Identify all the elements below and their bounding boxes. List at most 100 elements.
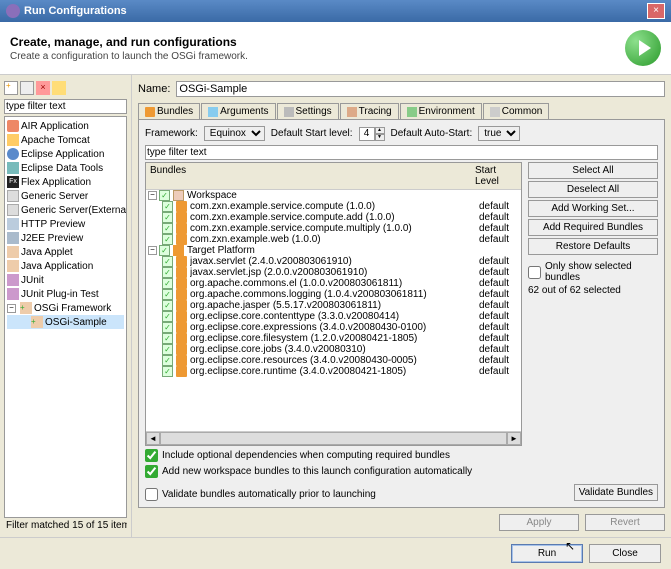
deselect-allbutton[interactable]: Deselect All [528, 181, 658, 198]
restore-defaultsbutton[interactable]: Restore Defaults [528, 238, 658, 255]
bundle-list[interactable]: Bundles Start Level −Workspacecom.zxn.ex… [145, 162, 522, 446]
bundle-name: org.apache.commons.logging (1.0.4.v20080… [190, 289, 479, 300]
only-show-checkbox[interactable] [528, 266, 541, 279]
bundle-icon [176, 234, 187, 245]
bundle-checkbox[interactable] [162, 333, 173, 344]
bundle-checkbox[interactable] [162, 311, 173, 322]
close-window-button[interactable]: × [647, 3, 665, 19]
tree-item[interactable]: Eclipse Data Tools [7, 161, 124, 175]
include-optional-checkbox[interactable] [145, 449, 158, 462]
tree-item[interactable]: Apache Tomcat [7, 133, 124, 147]
collapse-icon[interactable]: − [7, 304, 16, 313]
tree-item[interactable]: Java Applet [7, 245, 124, 259]
tree-item-label: Java Applet [21, 247, 73, 258]
tree-item-osgi[interactable]: −OSGi Framework [7, 301, 124, 315]
bundle-row[interactable]: −Target Platform [146, 245, 521, 256]
tab-arguments[interactable]: Arguments [201, 103, 275, 119]
bundle-checkbox[interactable] [162, 366, 173, 377]
bundle-row[interactable]: com.zxn.example.service.compute.multiply… [146, 223, 521, 234]
bundle-row[interactable]: org.eclipse.core.runtime (3.4.0.v2008042… [146, 366, 521, 377]
bundle-checkbox[interactable] [162, 201, 173, 212]
duplicate-config-icon[interactable] [20, 81, 34, 95]
name-input[interactable] [176, 81, 665, 97]
bundle-row[interactable]: org.apache.jasper (5.5.17.v200803061811)… [146, 300, 521, 311]
tab-settings[interactable]: Settings [277, 103, 339, 119]
bundle-checkbox[interactable] [159, 245, 170, 256]
bundle-row[interactable]: org.eclipse.core.jobs (3.4.0.v20080310)d… [146, 344, 521, 355]
bundle-checkbox[interactable] [162, 234, 173, 245]
close-button[interactable]: Close [589, 544, 661, 563]
new-config-icon[interactable] [4, 81, 18, 95]
apply-button[interactable]: Apply [499, 514, 579, 531]
bundle-row[interactable]: org.eclipse.core.filesystem (1.2.0.v2008… [146, 333, 521, 344]
bundle-start: default [479, 234, 519, 245]
config-filter-input[interactable] [4, 99, 127, 114]
select-allbutton[interactable]: Select All [528, 162, 658, 179]
right-panel: Name: BundlesArgumentsSettingsTracingEnv… [132, 75, 671, 537]
bundle-row[interactable]: javax.servlet (2.4.0.v200803061910)defau… [146, 256, 521, 267]
bundle-filter-input[interactable] [145, 145, 658, 160]
tree-item-osgi-sample[interactable]: OSGi-Sample [7, 315, 124, 329]
tree-item[interactable]: J2EE Preview [7, 231, 124, 245]
bundle-row[interactable]: org.apache.commons.el (1.0.0.v2008030618… [146, 278, 521, 289]
bundle-checkbox[interactable] [162, 344, 173, 355]
collapse-icon[interactable]: − [148, 191, 157, 200]
add-required-bundlesbutton[interactable]: Add Required Bundles [528, 219, 658, 236]
tab-icon [407, 107, 417, 117]
tree-item[interactable]: Java Application [7, 259, 124, 273]
tree-item-label: OSGi-Sample [45, 317, 107, 328]
bundle-name: org.eclipse.core.filesystem (1.2.0.v2008… [190, 333, 479, 344]
validate-auto-checkbox[interactable] [145, 488, 158, 501]
bundle-row[interactable]: org.eclipse.core.resources (3.4.0.v20080… [146, 355, 521, 366]
tree-item-label: Apache Tomcat [21, 135, 90, 146]
tree-item[interactable]: Eclipse Application [7, 147, 124, 161]
validate-bundles-button[interactable]: Validate Bundles [574, 484, 658, 501]
run-button[interactable]: Run [511, 544, 583, 563]
bundle-checkbox[interactable] [162, 223, 173, 234]
auto-start-select[interactable]: true [478, 126, 520, 141]
tree-item[interactable]: HTTP Preview [7, 217, 124, 231]
tab-common[interactable]: Common [483, 103, 550, 119]
delete-config-icon[interactable]: × [36, 81, 50, 95]
add-workspace-checkbox[interactable] [145, 465, 158, 478]
tab-label: Bundles [157, 106, 193, 117]
bundle-checkbox[interactable] [162, 212, 173, 223]
bundle-checkbox[interactable] [159, 190, 170, 201]
horizontal-scrollbar[interactable]: ◄► [146, 431, 521, 445]
bundles-tab-content: Framework: Equinox Default Start level: … [138, 119, 665, 508]
bundle-checkbox[interactable] [162, 256, 173, 267]
tab-tracing[interactable]: Tracing [340, 103, 399, 119]
bundle-row[interactable]: org.eclipse.core.expressions (3.4.0.v200… [146, 322, 521, 333]
tree-item[interactable]: JUnit Plug-in Test [7, 287, 124, 301]
framework-select[interactable]: Equinox [204, 126, 265, 141]
bundle-row[interactable]: javax.servlet.jsp (2.0.0.v200803061910)d… [146, 267, 521, 278]
add-working-set-button[interactable]: Add Working Set... [528, 200, 658, 217]
tree-item[interactable]: Generic Server(External Launch) [7, 203, 124, 217]
bundle-row[interactable]: com.zxn.example.service.compute.add (1.0… [146, 212, 521, 223]
collapse-icon[interactable]: − [148, 246, 157, 255]
filter-config-icon[interactable] [52, 81, 66, 95]
revert-button[interactable]: Revert [585, 514, 665, 531]
bundle-checkbox[interactable] [162, 300, 173, 311]
bundle-row[interactable]: com.zxn.example.web (1.0.0)default [146, 234, 521, 245]
bundle-checkbox[interactable] [162, 355, 173, 366]
bundle-row[interactable]: org.apache.commons.logging (1.0.4.v20080… [146, 289, 521, 300]
bundle-checkbox[interactable] [162, 267, 173, 278]
bundle-checkbox[interactable] [162, 322, 173, 333]
bundle-row[interactable]: org.eclipse.core.contenttype (3.3.0.v200… [146, 311, 521, 322]
tree-item[interactable]: FxFlex Application [7, 175, 124, 189]
tab-bundles[interactable]: Bundles [138, 103, 200, 119]
tree-item[interactable]: JUnit [7, 273, 124, 287]
bundle-row[interactable]: com.zxn.example.service.compute (1.0.0)d… [146, 201, 521, 212]
tree-item[interactable]: Generic Server [7, 189, 124, 203]
spinner-down-icon[interactable]: ▼ [375, 134, 385, 141]
tree-item[interactable]: AIR Application [7, 119, 124, 133]
tab-environment[interactable]: Environment [400, 103, 482, 119]
bundle-row[interactable]: −Workspace [146, 190, 521, 201]
start-level-spinner[interactable]: ▲▼ [359, 127, 385, 141]
bundle-checkbox[interactable] [162, 278, 173, 289]
spinner-up-icon[interactable]: ▲ [375, 127, 385, 134]
bundle-checkbox[interactable] [162, 289, 173, 300]
bundle-name: org.apache.jasper (5.5.17.v200803061811) [190, 300, 479, 311]
config-tree[interactable]: AIR Application Apache TomcatEclipse Appl… [4, 116, 127, 518]
